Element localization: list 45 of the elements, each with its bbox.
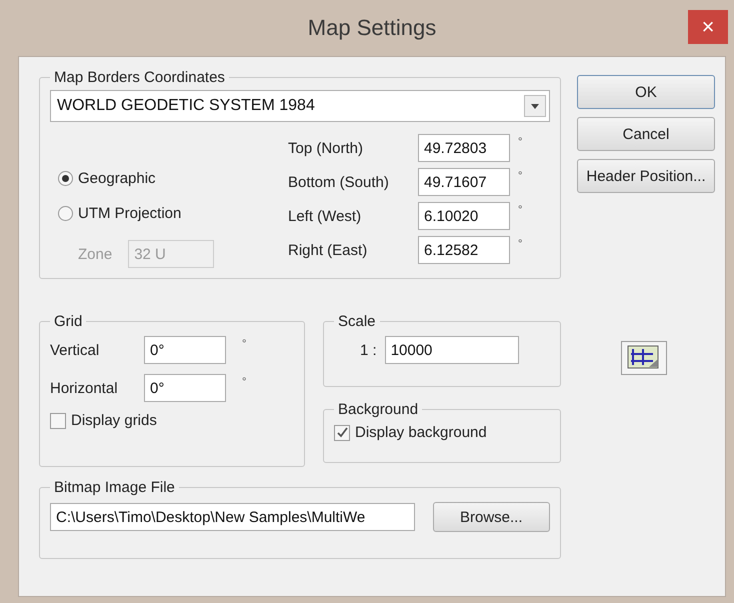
coordinate-field[interactable]: 6.12582 — [418, 236, 510, 264]
field-label: Horizontal — [50, 380, 119, 396]
field-label: Vertical — [50, 342, 100, 358]
unit-label: ° — [518, 170, 522, 182]
group-title: Bitmap Image File — [53, 479, 176, 496]
close-button[interactable]: × — [688, 10, 728, 44]
zone-field: 32 U — [128, 240, 214, 268]
dialog-button[interactable]: Cancel — [577, 117, 715, 151]
scale-field[interactable]: 10000 — [384, 336, 519, 364]
checkbox[interactable]: Display grids — [50, 412, 294, 429]
checkbox[interactable]: Display background — [334, 424, 550, 441]
coordinate-field[interactable]: 49.71607 — [418, 168, 510, 196]
grid-field[interactable]: 0° — [144, 374, 226, 402]
radio-option[interactable]: Geographic — [58, 170, 288, 187]
checkmark-icon — [336, 427, 348, 438]
unit-label: ° — [518, 204, 522, 216]
map-grid-icon — [627, 345, 661, 371]
field-label: Right (East) — [288, 242, 368, 258]
unit-label: ° — [518, 238, 522, 250]
dropdown-value: WORLD GEODETIC SYSTEM 1984 — [57, 97, 315, 115]
group-title: Map Borders Coordinates — [53, 69, 226, 86]
map-grid-button[interactable] — [621, 341, 667, 375]
unit-label: ° — [242, 338, 246, 350]
window-title: Map Settings — [308, 15, 436, 41]
field-label: Left (West) — [288, 208, 362, 224]
group-title: Grid — [53, 313, 84, 330]
group-title: Background — [337, 401, 420, 418]
dropdown-button[interactable] — [524, 95, 546, 117]
scale-prefix: 1 : — [360, 342, 377, 358]
coordinate-field[interactable]: 6.10020 — [418, 202, 510, 230]
unit-label: ° — [242, 376, 246, 388]
caret-icon — [531, 104, 539, 108]
group-title: Scale — [337, 313, 377, 330]
datum-dropdown[interactable]: WORLD GEODETIC SYSTEM 1984 — [50, 90, 550, 122]
unit-label: ° — [518, 136, 522, 148]
field-label: Top (North) — [288, 140, 364, 156]
file-path-field[interactable]: C:\Users\Timo\Desktop\New Samples\MultiWe — [50, 503, 414, 531]
radio-option[interactable]: UTM Projection — [58, 205, 288, 222]
dialog-button[interactable]: Header Position... — [577, 159, 715, 193]
coordinate-field[interactable]: 49.72803 — [418, 134, 510, 162]
dialog-button[interactable]: OK — [577, 75, 715, 109]
grid-field[interactable]: 0° — [144, 336, 226, 364]
browse-button[interactable]: Browse... — [432, 502, 550, 532]
field-label: Zone — [78, 246, 112, 262]
field-label: Bottom (South) — [288, 174, 390, 190]
